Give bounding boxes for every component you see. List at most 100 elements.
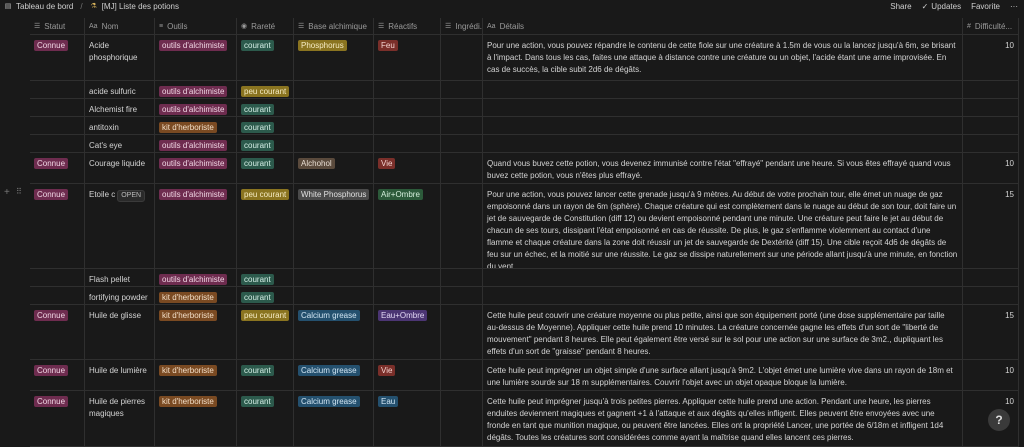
help-button[interactable]: ? — [988, 409, 1010, 431]
cell-ingr[interactable] — [441, 305, 483, 359]
table-row[interactable]: Cat's eye outils d'alchimiste courant — [30, 135, 1019, 153]
cell-details[interactable]: Pour une action, vous pouvez répandre le… — [483, 35, 963, 80]
cell-rarete[interactable]: peu courant — [237, 81, 294, 98]
cell-base[interactable] — [294, 135, 374, 152]
cell-details[interactable] — [483, 99, 963, 116]
cell-base[interactable]: Calcium grease — [294, 360, 374, 390]
cell-nom[interactable]: Acide phosphorique — [85, 35, 155, 80]
table-row[interactable]: acide sulfuric outils d'alchimiste peu cou… — [30, 81, 1019, 99]
cell-outils[interactable]: outils d'alchimiste — [155, 81, 237, 98]
cell-details[interactable] — [483, 287, 963, 304]
cell-diff[interactable]: 10 — [963, 360, 1019, 390]
cell-statut[interactable] — [30, 117, 85, 134]
cell-ingr[interactable] — [441, 81, 483, 98]
cell-outils[interactable]: kit d'herboriste — [155, 287, 237, 304]
cell-ingr[interactable] — [441, 35, 483, 80]
cell-reactifs[interactable] — [374, 135, 441, 152]
table-row[interactable]: Connue Huile de pierres magiques kit d'her… — [30, 391, 1019, 447]
cell-diff[interactable]: 15 — [963, 305, 1019, 359]
cell-outils[interactable]: outils d'alchimiste — [155, 269, 237, 286]
cell-details[interactable]: Quand vous buvez cette potion, vous deve… — [483, 153, 963, 183]
cell-statut[interactable] — [30, 81, 85, 98]
cell-rarete[interactable]: courant — [237, 269, 294, 286]
cell-details[interactable] — [483, 269, 963, 286]
column-header[interactable]: Aa Nom — [85, 18, 155, 34]
cell-diff[interactable]: 10 — [963, 153, 1019, 183]
cell-rarete[interactable]: peu courant — [237, 184, 294, 268]
cell-ingr[interactable] — [441, 184, 483, 268]
table-row[interactable]: fortifying powder kit d'herboriste courant — [30, 287, 1019, 305]
cell-rarete[interactable]: courant — [237, 153, 294, 183]
cell-rarete[interactable]: courant — [237, 35, 294, 80]
cell-reactifs[interactable]: Feu — [374, 35, 441, 80]
cell-base[interactable] — [294, 81, 374, 98]
cell-statut[interactable] — [30, 287, 85, 304]
cell-diff[interactable]: 15 — [963, 184, 1019, 268]
cell-rarete[interactable]: courant — [237, 287, 294, 304]
cell-details[interactable]: Cette huile peut imprégner un objet simp… — [483, 360, 963, 390]
table-row[interactable]: antitoxin kit d'herboriste courant — [30, 117, 1019, 135]
cell-reactifs[interactable] — [374, 287, 441, 304]
cell-statut[interactable]: Connue — [30, 153, 85, 183]
cell-rarete[interactable]: courant — [237, 99, 294, 116]
cell-nom[interactable]: acide sulfuric — [85, 81, 155, 98]
column-header[interactable]: ≡ Outils — [155, 18, 237, 34]
add-row-icon[interactable]: + — [4, 187, 10, 198]
cell-outils[interactable]: outils d'alchimiste — [155, 153, 237, 183]
cell-statut[interactable]: Connue — [30, 391, 85, 446]
cell-nom[interactable]: Etoile c OPEN — [85, 184, 155, 268]
cell-nom[interactable]: fortifying powder — [85, 287, 155, 304]
cell-nom[interactable]: Huile de lumière — [85, 360, 155, 390]
cell-nom[interactable]: Huile de pierres magiques — [85, 391, 155, 446]
breadcrumb-potions[interactable]: [MJ] Liste des potions — [102, 2, 179, 11]
cell-reactifs[interactable]: Eau — [374, 391, 441, 446]
cell-ingr[interactable] — [441, 135, 483, 152]
cell-base[interactable] — [294, 287, 374, 304]
cell-statut[interactable]: Connue — [30, 305, 85, 359]
cell-ingr[interactable] — [441, 391, 483, 446]
cell-outils[interactable]: kit d'herboriste — [155, 305, 237, 359]
cell-ingr[interactable] — [441, 117, 483, 134]
cell-nom[interactable]: Cat's eye — [85, 135, 155, 152]
cell-base[interactable]: Calcium grease — [294, 305, 374, 359]
column-header[interactable]: ☰ Base alchimique — [294, 18, 374, 34]
cell-details[interactable]: Pour une action, vous pouvez lancer cett… — [483, 184, 963, 268]
cell-ingr[interactable] — [441, 269, 483, 286]
cell-nom[interactable]: antitoxin — [85, 117, 155, 134]
cell-outils[interactable]: kit d'herboriste — [155, 391, 237, 446]
column-header[interactable]: ◉ Rareté — [237, 18, 294, 34]
cell-reactifs[interactable] — [374, 99, 441, 116]
cell-diff[interactable] — [963, 287, 1019, 304]
cell-reactifs[interactable] — [374, 269, 441, 286]
column-header[interactable]: # Difficulté... — [963, 18, 1019, 34]
table-row[interactable]: Connue Acide phosphorique outils d'alchimi… — [30, 35, 1019, 81]
cell-statut[interactable] — [30, 135, 85, 152]
cell-outils[interactable]: outils d'alchimiste — [155, 35, 237, 80]
cell-reactifs[interactable]: Eau+Ombre — [374, 305, 441, 359]
cell-nom[interactable]: Alchemist fire — [85, 99, 155, 116]
cell-details[interactable] — [483, 117, 963, 134]
cell-reactifs[interactable] — [374, 81, 441, 98]
column-header[interactable]: ☰ Statut — [30, 18, 85, 34]
cell-ingr[interactable] — [441, 153, 483, 183]
cell-nom[interactable]: Courage liquide — [85, 153, 155, 183]
cell-base[interactable]: Phosphorus — [294, 35, 374, 80]
cell-diff[interactable] — [963, 99, 1019, 116]
cell-base[interactable]: Alchohol — [294, 153, 374, 183]
cell-rarete[interactable]: courant — [237, 135, 294, 152]
cell-diff[interactable] — [963, 117, 1019, 134]
cell-base[interactable] — [294, 269, 374, 286]
breadcrumb-dashboard[interactable]: Tableau de bord — [16, 2, 73, 11]
cell-base[interactable] — [294, 117, 374, 134]
cell-diff[interactable] — [963, 81, 1019, 98]
cell-ingr[interactable] — [441, 287, 483, 304]
cell-nom[interactable]: Huile de glisse — [85, 305, 155, 359]
cell-ingr[interactable] — [441, 360, 483, 390]
table-row[interactable]: Flash pellet outils d'alchimiste courant — [30, 269, 1019, 287]
cell-base[interactable]: White Phosphorus — [294, 184, 374, 268]
cell-diff[interactable] — [963, 269, 1019, 286]
table-row[interactable]: Connue Etoile c OPEN outils d'alchimiste peu… — [30, 184, 1019, 269]
column-header[interactable]: ☰Ingrédi... — [441, 18, 483, 34]
cell-outils[interactable]: outils d'alchimiste — [155, 184, 237, 268]
cell-outils[interactable]: outils d'alchimiste — [155, 99, 237, 116]
